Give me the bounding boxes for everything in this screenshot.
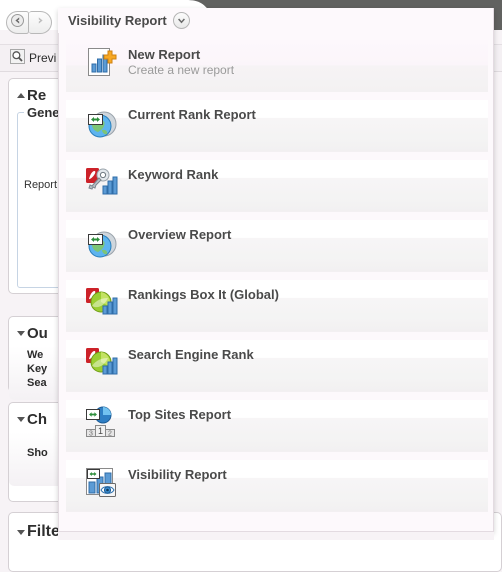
menu-item-visibility-report-text: Visibility Report (128, 460, 227, 483)
new-report-icon (84, 46, 118, 80)
chart-eye-icon (84, 466, 118, 500)
menu-item-title: Keyword Rank (128, 167, 219, 182)
menu-item-new-report[interactable]: New Report Create a new report (66, 40, 488, 92)
menu-item-keyword-rank-text: Keyword Rank (128, 160, 218, 183)
menu-item-title: Current Rank Report (128, 107, 256, 122)
menu-item-current-rank-report-text: Current Rank Report (128, 100, 256, 123)
menu-item-title: Overview Report (128, 227, 232, 242)
dropdown-bottom-gap (58, 532, 494, 540)
pdf-leaf-chart-icon (84, 346, 118, 380)
menu-item-title: Search Engine Rank (128, 347, 254, 362)
podium-pie-icon: 1 3 2 (84, 406, 118, 440)
globe-report-icon (84, 226, 118, 260)
menu-item-overview-report-text: Overview Report (128, 220, 231, 243)
collapse-arrow-down-icon (17, 530, 25, 535)
menu-item-title: Visibility Report (128, 467, 227, 482)
pdf-key-chart-icon (84, 166, 118, 200)
section-report-title: Re (27, 87, 47, 104)
arrow-left-icon (11, 14, 24, 30)
chevron-down-icon[interactable] (172, 12, 190, 29)
globe-report-icon (84, 106, 118, 140)
arrow-right-icon (34, 14, 47, 30)
collapse-arrow-down-icon (17, 331, 25, 336)
menu-item-new-report-text: New Report Create a new report (128, 40, 234, 78)
svg-text:1: 1 (98, 426, 103, 436)
menu-item-search-engine-rank-text: Search Engine Rank (128, 340, 254, 363)
menu-item-rankings-box-it-global-text: Rankings Box It (Global) (128, 280, 279, 303)
search-icon (10, 49, 25, 67)
menu-item-keyword-rank[interactable]: Keyword Rank (66, 160, 488, 212)
report-dropdown-panel: New Report Create a new report Current R… (58, 8, 494, 532)
menu-item-title: New Report (128, 47, 201, 62)
report-menu-list: New Report Create a new report Current R… (59, 33, 493, 520)
navigation-buttons (6, 10, 52, 34)
collapse-arrow-up-icon (17, 93, 25, 98)
fieldset-general-legend: Gene (24, 105, 63, 120)
dropdown-tab-label: Visibility Report (68, 13, 167, 28)
menu-item-overview-report[interactable]: Overview Report (66, 220, 488, 272)
svg-text:2: 2 (108, 431, 112, 438)
preview-button-label: Previ (29, 51, 57, 65)
section-output-title: Ou (27, 325, 48, 342)
menu-item-search-engine-rank[interactable]: Search Engine Rank (66, 340, 488, 392)
preview-button[interactable]: Previ (6, 48, 60, 68)
dropdown-tab-header[interactable]: Visibility Report (58, 8, 208, 33)
menu-item-top-sites-report[interactable]: 1 3 2 Top Sites Report (66, 400, 488, 452)
menu-item-top-sites-report-text: Top Sites Report (128, 400, 231, 423)
collapse-arrow-down-icon (17, 417, 25, 422)
section-chart-title: Ch (27, 411, 47, 428)
menu-item-title: Rankings Box It (Global) (128, 287, 279, 302)
back-button[interactable] (6, 10, 29, 34)
menu-item-visibility-report[interactable]: Visibility Report (66, 460, 488, 512)
pdf-leaf-chart-icon (84, 286, 118, 320)
svg-text:3: 3 (89, 431, 93, 438)
menu-item-current-rank-report[interactable]: Current Rank Report (66, 100, 488, 152)
menu-item-title: Top Sites Report (128, 407, 232, 422)
forward-button[interactable] (29, 10, 52, 34)
menu-item-rankings-box-it-global[interactable]: Rankings Box It (Global) (66, 280, 488, 332)
menu-item-subtitle: Create a new report (128, 63, 235, 77)
